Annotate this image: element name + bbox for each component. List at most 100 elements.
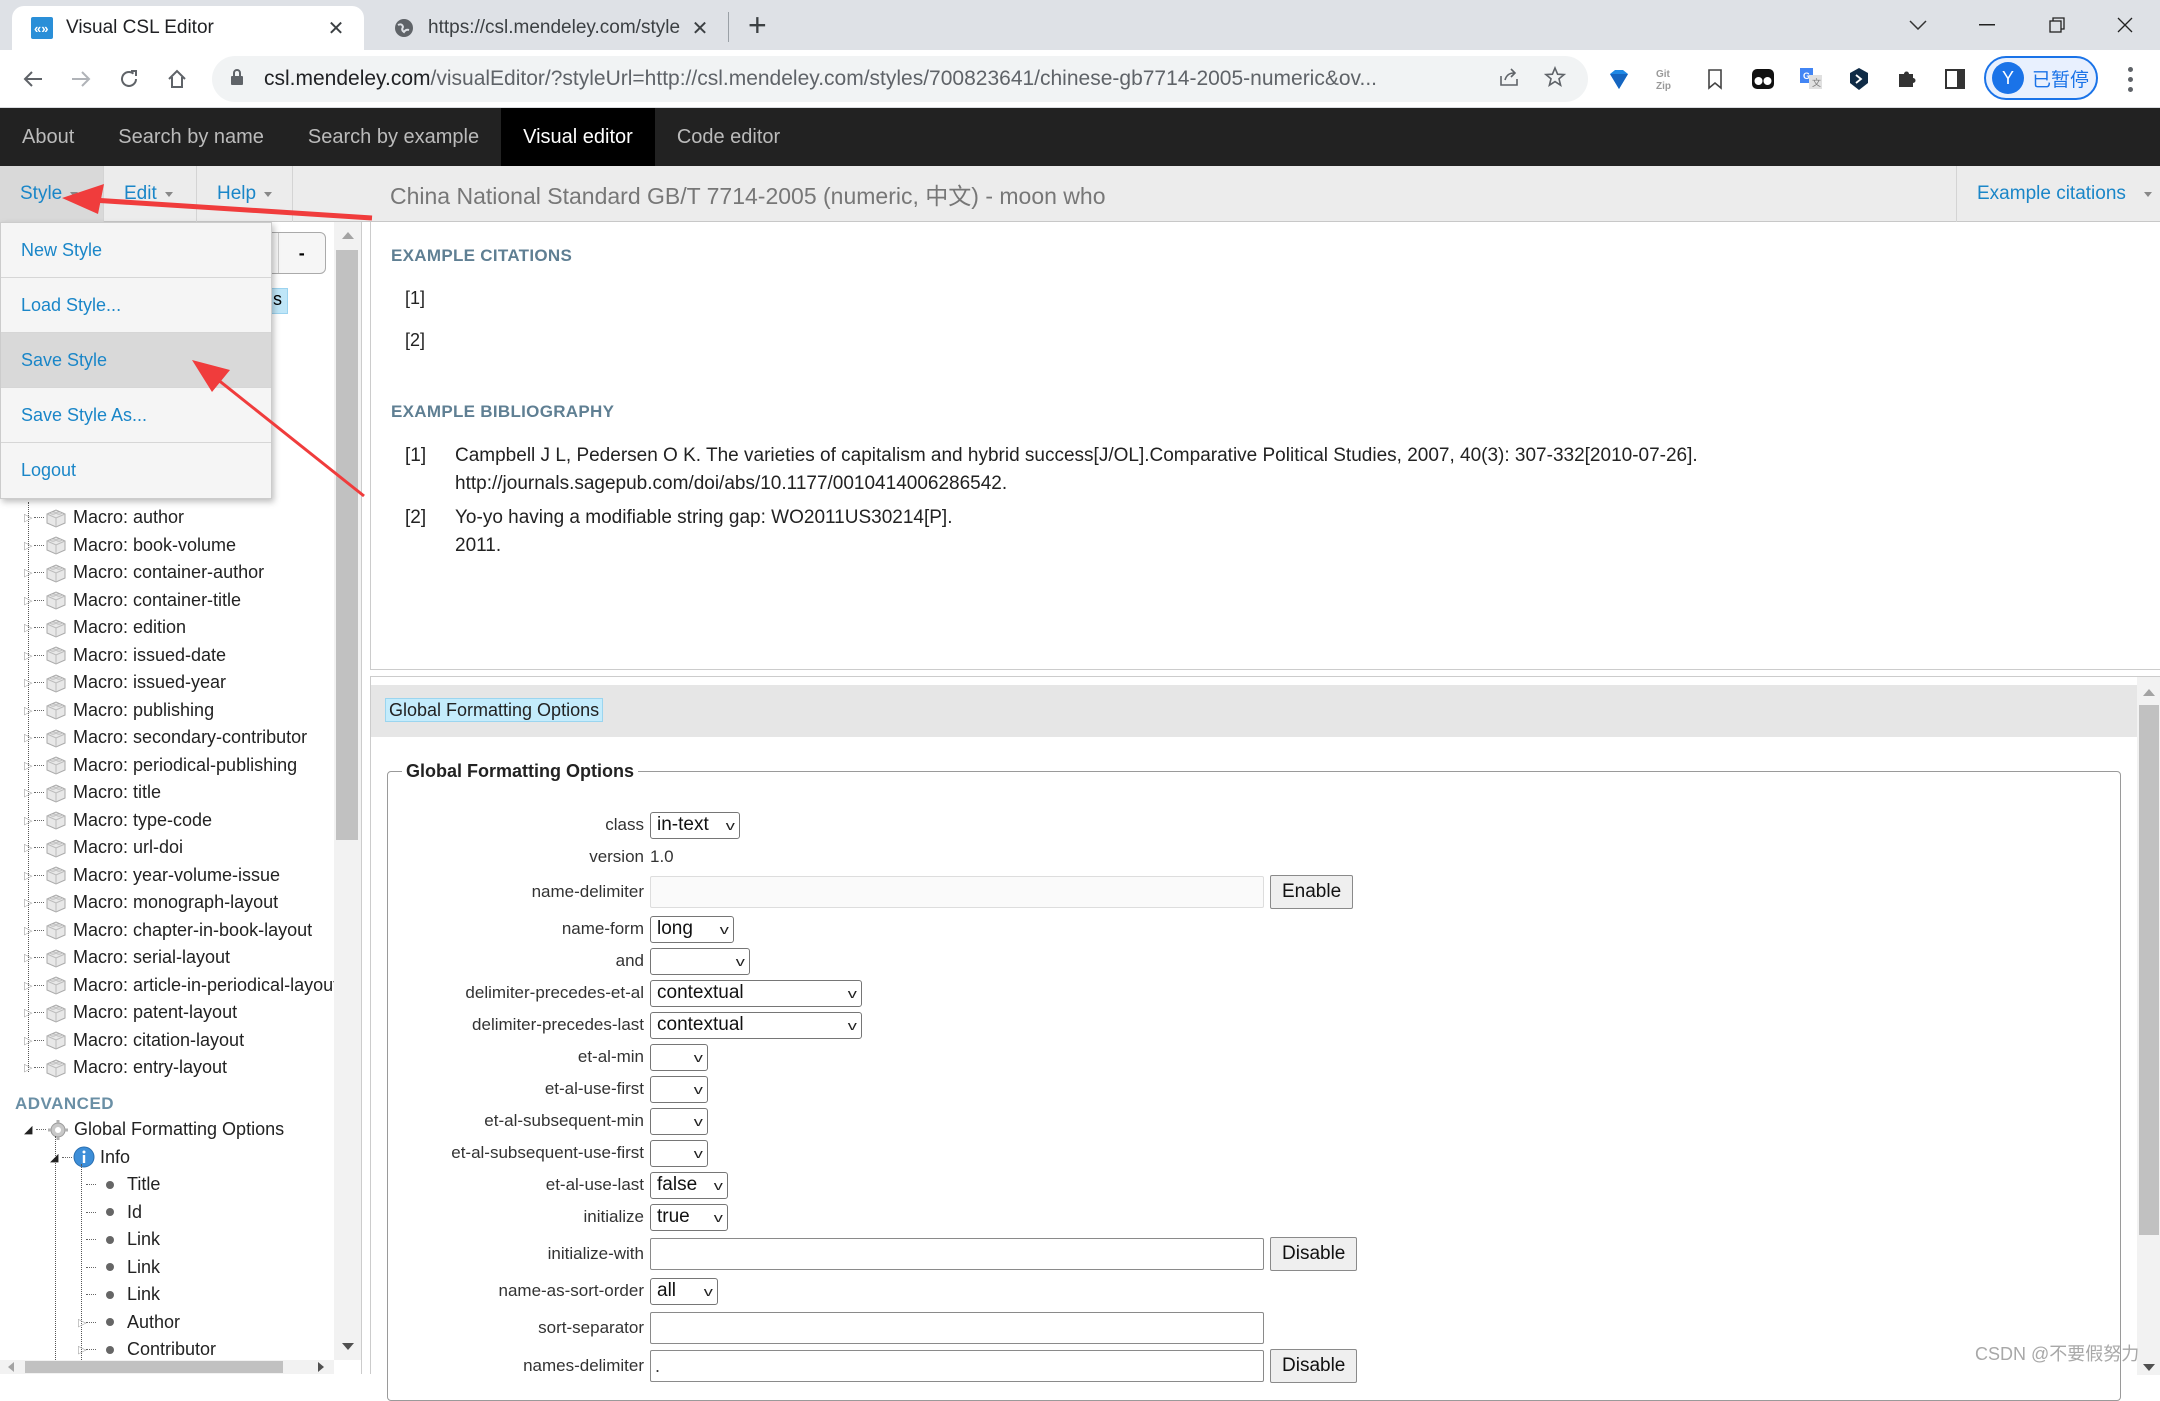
et-al-use-first-select[interactable]: v [650, 1075, 708, 1103]
extension-diamond-icon[interactable] [1602, 62, 1636, 96]
tree-node-macro[interactable]: ▷ Macro: book-volume [0, 532, 336, 560]
names-delimiter-input[interactable]: . [650, 1350, 1264, 1382]
tree-node-macro[interactable]: ▷ Macro: publishing [0, 697, 336, 725]
scrollbar-thumb[interactable] [2139, 705, 2159, 1235]
tab-visual-csl-editor[interactable]: «» Visual CSL Editor ✕ [12, 6, 364, 50]
menu-item-save-style-as[interactable]: Save Style As... [1, 388, 271, 443]
tree-node-info-child[interactable]: Id [0, 1199, 334, 1227]
tree-node-macro[interactable]: ▷ Macro: serial-layout [0, 944, 336, 972]
tree-node-macro[interactable]: ▷ Macro: issued-year [0, 669, 336, 697]
example-citations-button[interactable]: Example citations [1956, 166, 2160, 222]
scroll-left-arrow-icon[interactable] [8, 1362, 14, 1372]
extension-google-translate-icon[interactable]: G文 [1794, 62, 1828, 96]
tree-node-macro[interactable]: ▷ Macro: title [0, 779, 336, 807]
name-form-select[interactable]: long v [650, 915, 734, 943]
initialize-with-input[interactable] [650, 1238, 1264, 1270]
name-as-sort-order-select[interactable]: all v [650, 1277, 718, 1305]
properties-scrollbar[interactable] [2137, 677, 2160, 1375]
tree-node-macro[interactable]: ▷ Macro: citation-layout [0, 1027, 336, 1055]
profile-button[interactable]: Y 已暂停 [1984, 56, 2098, 100]
restore-button[interactable] [2032, 8, 2082, 42]
tree-node-macro[interactable]: ▷ Macro: entry-layout [0, 1054, 336, 1082]
side-panel-icon[interactable] [1938, 62, 1972, 96]
help-menu-button[interactable]: Help [197, 166, 293, 222]
forward-button[interactable] [64, 62, 98, 96]
menu-item-save-style[interactable]: Save Style [1, 333, 271, 388]
tree-node-macro[interactable]: ▷ Macro: type-code [0, 807, 336, 835]
disable-button[interactable]: Disable [1270, 1237, 1358, 1271]
scroll-up-arrow-icon[interactable] [2143, 689, 2155, 696]
menu-item-new-style[interactable]: New Style [1, 223, 271, 278]
tree-node-macro[interactable]: ▷ Macro: chapter-in-book-layout [0, 917, 336, 945]
close-tab-icon[interactable]: ✕ [326, 16, 346, 41]
share-icon[interactable] [1494, 66, 1524, 93]
nav-search-by-name[interactable]: Search by name [96, 108, 286, 166]
tree-node-macro[interactable]: ▷ Macro: author [0, 504, 336, 532]
tree-node-macro[interactable]: ▷ Macro: edition [0, 614, 336, 642]
et-al-subsequent-min-select[interactable]: v [650, 1107, 708, 1135]
nav-visual-editor[interactable]: Visual editor [501, 108, 655, 166]
new-tab-button[interactable]: + [748, 8, 767, 42]
scroll-down-arrow-icon[interactable] [2143, 1364, 2155, 1371]
scrollbar-thumb[interactable] [336, 250, 358, 840]
bookmark-star-icon[interactable] [1540, 65, 1570, 93]
close-tab-icon[interactable]: ✕ [690, 16, 710, 41]
tree-node-info-child[interactable]: Link [0, 1281, 334, 1309]
scroll-up-arrow-icon[interactable] [342, 232, 354, 239]
tree-node-macro[interactable]: ▷ Macro: year-volume-issue [0, 862, 336, 890]
tree-node-macro[interactable]: ▷ Macro: container-author [0, 559, 336, 587]
tree-node-info[interactable]: ◢ Info [0, 1144, 334, 1172]
extension-bookmark-icon[interactable] [1698, 62, 1732, 96]
scroll-down-arrow-icon[interactable] [342, 1343, 354, 1350]
menu-item-load-style[interactable]: Load Style... [1, 278, 271, 333]
delimiter-precedes-et-al-select[interactable]: contextual v [650, 979, 862, 1007]
and-select[interactable]: v [650, 947, 750, 975]
extension-gitzip-icon[interactable]: Git Zip [1650, 62, 1684, 96]
tree-node-macro[interactable]: ▷ Macro: monograph-layout [0, 889, 336, 917]
nav-about[interactable]: About [0, 108, 96, 166]
tree-node-macro[interactable]: ▷ Macro: patent-layout [0, 999, 336, 1027]
address-bar[interactable]: csl.mendeley.com/visualEditor/?styleUrl=… [212, 56, 1588, 102]
tree-horizontal-scrollbar[interactable] [0, 1360, 334, 1374]
sort-separator-input[interactable] [650, 1312, 1264, 1344]
tree-node-macro[interactable]: ▷ Macro: periodical-publishing [0, 752, 336, 780]
enable-button[interactable]: Enable [1270, 875, 1354, 909]
breadcrumb[interactable]: Global Formatting Options [385, 698, 604, 722]
menu-item-logout[interactable]: Logout [1, 443, 271, 498]
tree-node-macro[interactable]: ▷ Macro: container-title [0, 587, 336, 615]
et-al-subsequent-use-first-select[interactable]: v [650, 1139, 708, 1167]
initialize-select[interactable]: true v [650, 1203, 728, 1231]
tab-csl-styles[interactable]: https://csl.mendeley.com/style ✕ [378, 6, 724, 50]
tree-node-macro[interactable]: ▷ Macro: issued-date [0, 642, 336, 670]
close-window-button[interactable] [2100, 8, 2150, 42]
tab-search-icon[interactable] [1893, 8, 1943, 42]
url-text[interactable]: csl.mendeley.com/visualEditor/?styleUrl=… [264, 67, 1478, 91]
tree-node-info-child[interactable]: ▷ Author [0, 1309, 334, 1337]
tree-node-macro[interactable]: ▷ Macro: secondary-contributor [0, 724, 336, 752]
home-button[interactable] [160, 62, 194, 96]
browser-menu-icon[interactable] [2120, 64, 2140, 94]
tree-node-info-child[interactable]: Link [0, 1226, 334, 1254]
collapse-icon[interactable]: ◢ [50, 1151, 62, 1164]
back-button[interactable] [16, 62, 50, 96]
extension-deepl-icon[interactable] [1842, 62, 1876, 96]
collapse-icon[interactable]: ◢ [24, 1124, 36, 1136]
extension-tampermonkey-icon[interactable] [1746, 62, 1780, 96]
remove-node-button[interactable]: - [277, 233, 326, 273]
extensions-puzzle-icon[interactable] [1890, 62, 1924, 96]
tree-vertical-scrollbar[interactable] [334, 222, 361, 1360]
tree-node-macro[interactable]: ▷ Macro: article-in-periodical-layout [0, 972, 338, 1000]
delimiter-precedes-last-select[interactable]: contextual v [650, 1011, 862, 1039]
scrollbar-thumb[interactable] [25, 1361, 283, 1373]
nav-search-by-example[interactable]: Search by example [286, 108, 501, 166]
tree-node-info-child[interactable]: Title [0, 1171, 334, 1199]
name-delimiter-input[interactable] [650, 876, 1264, 908]
nav-code-editor[interactable]: Code editor [655, 108, 802, 166]
style-menu-button[interactable]: Style [0, 166, 104, 222]
edit-menu-button[interactable]: Edit [104, 166, 197, 222]
tree-node-macro[interactable]: ▷ Macro: url-doi [0, 834, 336, 862]
tree-node-info-child[interactable]: Link [0, 1254, 334, 1282]
tree-node-global-formatting[interactable]: ◢ Global Formatting Options [0, 1116, 334, 1144]
et-al-min-select[interactable]: v [650, 1043, 708, 1071]
disable-button[interactable]: Disable [1270, 1349, 1358, 1383]
